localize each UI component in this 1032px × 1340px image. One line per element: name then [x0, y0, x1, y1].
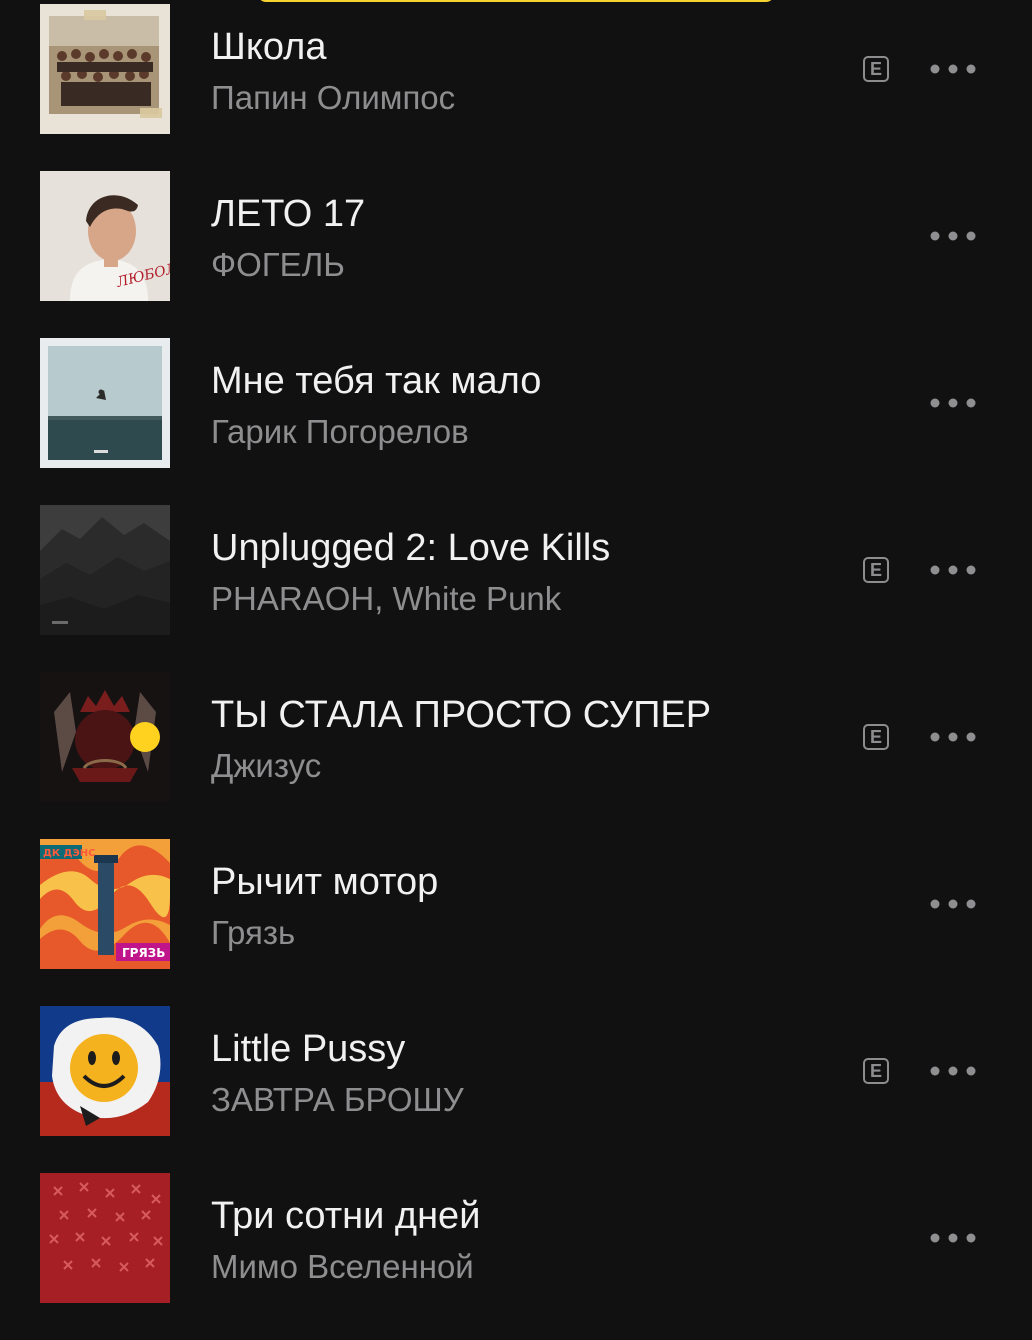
track-row[interactable]: Unplugged 2: Love Kills PHARAOH, White P…: [0, 505, 1032, 672]
track-title: ТЫ СТАЛА ПРОСТО СУПЕР: [211, 694, 712, 736]
more-options-icon[interactable]: [926, 1223, 980, 1253]
more-options-icon[interactable]: [926, 388, 980, 418]
album-cover: [40, 505, 170, 635]
now-playing-indicator: [130, 722, 160, 752]
album-cover: [40, 1173, 170, 1303]
track-row[interactable]: Три сотни дней Мимо Вселенной: [0, 1173, 1032, 1340]
more-options-icon[interactable]: [926, 221, 980, 251]
track-title: Рычит мотор: [211, 861, 439, 903]
track-artist[interactable]: Мимо Вселенной: [211, 1245, 474, 1289]
track-artist[interactable]: Папин Олимпос: [211, 76, 455, 120]
track-title: Unplugged 2: Love Kills: [211, 527, 611, 569]
track-artist[interactable]: ФОГЕЛЬ: [211, 243, 345, 287]
more-options-icon[interactable]: [926, 889, 980, 919]
explicit-badge: E: [863, 724, 889, 750]
track-artist[interactable]: PHARAOH, White Punk: [211, 577, 561, 621]
track-row[interactable]: ЛЮБОЛЬ ЛЕТО 17 ФОГЕЛЬ: [0, 171, 1032, 338]
album-cover: [40, 672, 170, 802]
track-title: ЛЕТО 17: [211, 193, 366, 235]
explicit-badge: E: [863, 1058, 889, 1084]
more-options-icon[interactable]: [926, 555, 980, 585]
album-cover: [40, 4, 170, 134]
track-row[interactable]: Мне тебя так мало Гарик Погорелов: [0, 338, 1032, 505]
track-title: Мне тебя так мало: [211, 360, 542, 402]
track-row[interactable]: Школа Папин Олимпос E: [0, 4, 1032, 171]
track-title: Little Pussy: [211, 1028, 406, 1070]
track-title: Школа: [211, 26, 327, 68]
more-options-icon[interactable]: [926, 54, 980, 84]
album-cover: ЛЮБОЛЬ: [40, 171, 170, 301]
more-options-icon[interactable]: [926, 722, 980, 752]
cover-text-bottom: ГРЯЗЬ: [122, 946, 165, 960]
track-artist[interactable]: Джизус: [211, 744, 321, 788]
track-title: Три сотни дней: [211, 1195, 481, 1237]
album-cover: [40, 338, 170, 468]
track-row-now-playing[interactable]: ТЫ СТАЛА ПРОСТО СУПЕР Джизус E: [0, 672, 1032, 839]
album-cover: [40, 1006, 170, 1136]
track-artist[interactable]: Гарик Погорелов: [211, 410, 469, 454]
track-artist[interactable]: Грязь: [211, 911, 295, 955]
track-list: Школа Папин Олимпос E ЛЮБОЛЬ ЛЕТО 17 ФОГ…: [0, 0, 1032, 1303]
explicit-badge: E: [863, 56, 889, 82]
track-artist[interactable]: ЗАВТРА БРОШУ: [211, 1078, 464, 1122]
explicit-badge: E: [863, 557, 889, 583]
track-row[interactable]: Little Pussy ЗАВТРА БРОШУ E: [0, 1006, 1032, 1173]
track-row[interactable]: ДК ДЭНС ГРЯЗЬ Рычит мотор Грязь: [0, 839, 1032, 1006]
cover-text-top: ДК ДЭНС: [43, 848, 96, 859]
more-options-icon[interactable]: [926, 1056, 980, 1086]
album-cover: ДК ДЭНС ГРЯЗЬ: [40, 839, 170, 969]
